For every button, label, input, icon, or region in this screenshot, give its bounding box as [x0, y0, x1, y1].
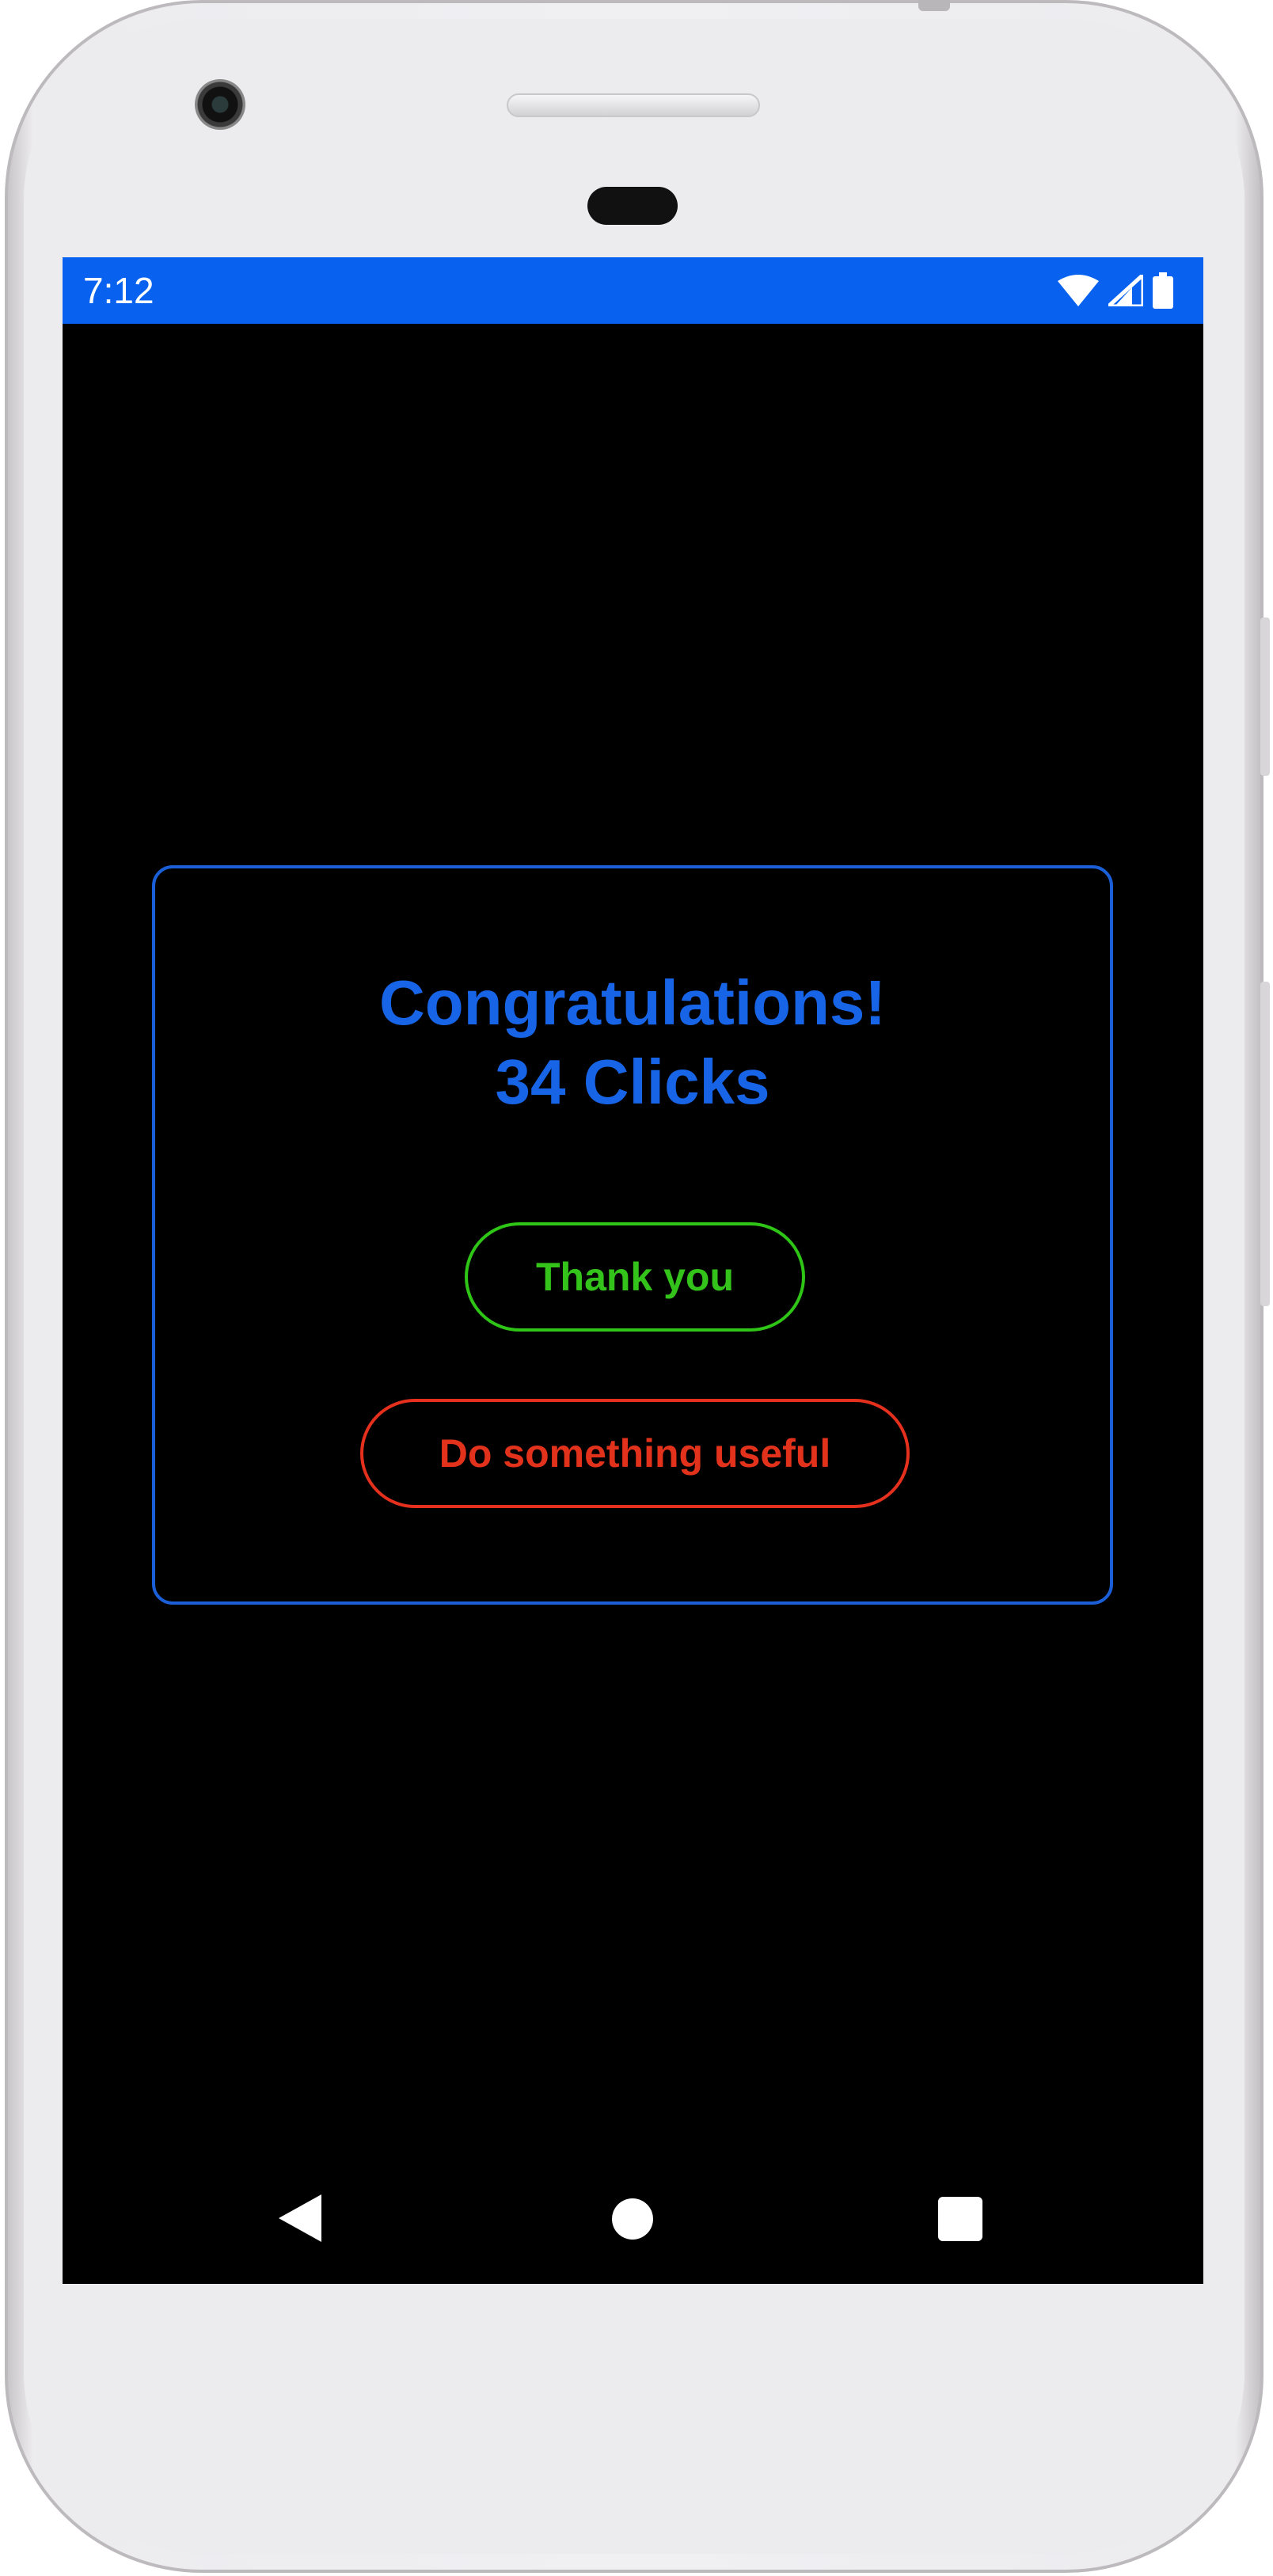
- dialog-title-line-1: Congratulations!: [379, 967, 886, 1038]
- back-icon[interactable]: [279, 2194, 321, 2246]
- wifi-icon: [1058, 275, 1099, 306]
- recents-icon[interactable]: [938, 2197, 982, 2241]
- status-time: 7:12: [83, 270, 154, 311]
- home-icon[interactable]: [612, 2198, 653, 2240]
- dialog-title-line-2: 34 Clicks: [495, 1047, 770, 1117]
- dialog-title: Congratulations! 34 Clicks: [155, 963, 1110, 1122]
- device-screen: 7:12 Congratulations! 34 Clicks Thank yo…: [63, 257, 1203, 2284]
- status-bar: 7:12: [63, 257, 1203, 324]
- congratulations-dialog: Congratulations! 34 Clicks Thank you Do …: [152, 865, 1113, 1605]
- front-camera-icon: [195, 79, 245, 130]
- volume-button: [1260, 982, 1270, 1306]
- phone-top-notch: [918, 0, 950, 11]
- do-something-useful-button[interactable]: Do something useful: [360, 1399, 910, 1508]
- power-button: [1260, 617, 1270, 776]
- thank-you-button-label: Thank you: [535, 1255, 735, 1299]
- earpiece-speaker: [507, 93, 760, 117]
- thank-you-button[interactable]: Thank you: [465, 1222, 805, 1332]
- battery-icon: [1153, 272, 1173, 309]
- do-something-useful-button-label: Do something useful: [439, 1431, 831, 1476]
- status-icons: [1058, 272, 1173, 309]
- cellular-signal-icon: [1108, 275, 1143, 306]
- proximity-sensor: [587, 187, 678, 225]
